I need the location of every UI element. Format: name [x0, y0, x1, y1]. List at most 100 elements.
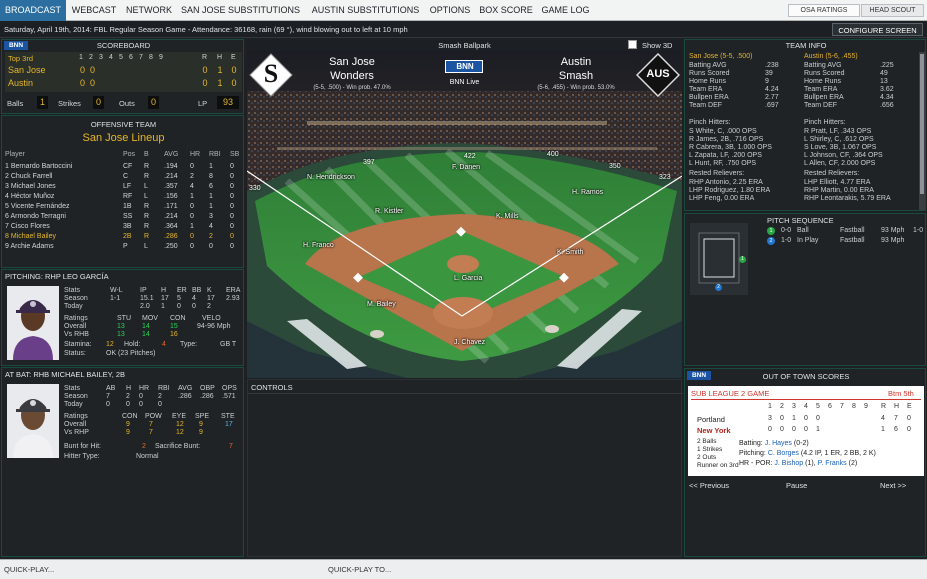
oot-count: 2 Balls 1 Strikes 2 Outs Runner on 3rd: [697, 438, 739, 470]
oot-pitching: Pitching: C. Borges (4.2 IP, 1 ER, 2 BB,…: [739, 450, 876, 457]
inning-label: Top 3rd: [8, 54, 34, 63]
quick-play-button[interactable]: QUICK-PLAY...: [4, 565, 54, 574]
lineup-row[interactable]: 4 Héctor Muñoz RF L .156 1 1 0: [2, 192, 243, 202]
oot-batting-label: Batting:: [739, 440, 763, 447]
rhe-value: 0: [202, 65, 208, 75]
oot-pause-button[interactable]: Pause: [786, 481, 807, 490]
season-value: 2: [158, 393, 162, 400]
reliever: LHP Elliott, 4.77 ERA: [804, 179, 871, 186]
pitch-after: 1-0: [913, 227, 924, 234]
lineup-cell: CF: [123, 163, 133, 170]
oot-hr-count: (1),: [805, 460, 816, 467]
rating-head: STU: [117, 315, 131, 322]
lineup-cell: 2B: [123, 233, 132, 240]
quick-play-to-button[interactable]: QUICK-PLAY TO...: [328, 565, 391, 574]
show-3d-checkbox[interactable]: [628, 40, 637, 49]
oot-outs: 2 Outs: [697, 454, 717, 461]
oot-inning: Btm 5th: [888, 389, 914, 398]
head-scout-button[interactable]: HEAD SCOUT: [861, 4, 924, 17]
status-label: Status:: [64, 350, 86, 357]
oot-batter-line: (0-2): [793, 440, 809, 447]
lineup-cell: 6: [209, 183, 213, 190]
team-info-scrollbar[interactable]: [919, 52, 925, 210]
tab-austin-substitutions[interactable]: AUSTIN SUBSTITUTIONS: [306, 0, 425, 21]
today-value: 2.0: [140, 303, 150, 310]
count-row: Balls 1 Strikes 0 Outs 0 LP 93: [5, 96, 242, 110]
home-team-name-line1: San Jose: [329, 56, 375, 68]
tab-san-jose-substitutions[interactable]: SAN JOSE SUBSTITUTIONS: [177, 0, 304, 21]
ballpark-view: S AUS San Jose Wonders (5-5, .500) - Win…: [247, 51, 682, 378]
oot-hr-link[interactable]: J. Bishop: [774, 460, 803, 467]
tab-network[interactable]: NETWORK: [122, 0, 176, 21]
oot-next-button[interactable]: Next >>: [880, 481, 906, 490]
tab-game-log[interactable]: GAME LOG: [537, 0, 594, 21]
inning-number: 3: [99, 54, 103, 61]
scrollbar-thumb[interactable]: [920, 54, 924, 194]
wall-distance: 323: [659, 174, 671, 181]
pinch-hitter: L Allen, CF, 2.000 OPS: [804, 160, 876, 167]
reliever: LHP Feng, 0.00 ERA: [689, 195, 755, 202]
oot-batter-link[interactable]: J. Hayes: [765, 440, 792, 447]
lineup-cell: C: [123, 173, 129, 180]
lineup-row[interactable]: 1 Bernardo Bartoccini CF R .194 0 1 0: [2, 162, 243, 172]
oot-previous-button[interactable]: << Previous: [689, 481, 729, 490]
rating-head: VELO: [202, 315, 221, 322]
oot-inning-score: 1: [816, 426, 820, 433]
today-value: 0: [106, 401, 110, 408]
oot-hr-link[interactable]: P. Franks: [818, 460, 847, 467]
lineup-row[interactable]: 7 Cisco Flores 3B R .364 1 4 0: [2, 222, 243, 232]
type-label: Type:: [180, 341, 198, 348]
tab-broadcast[interactable]: BROADCAST: [0, 0, 66, 21]
season-value: .286: [178, 393, 192, 400]
pinch-hitter: L Hunt, RF, .750 OPS: [689, 160, 757, 167]
stat-value: .656: [880, 102, 894, 109]
stat-head: AVG: [178, 385, 193, 392]
oot-pitcher-link[interactable]: C. Borges: [768, 450, 799, 457]
lineup-row[interactable]: 5 Vicente Fernández 1B R .171 0 1 0: [2, 202, 243, 212]
lineup-row[interactable]: 3 Michael Jones LF L .357 4 6 0: [2, 182, 243, 192]
lineup-cell: R: [144, 173, 150, 180]
inning-score: 0: [79, 78, 85, 88]
lineup-cell: R: [144, 203, 150, 210]
team-name: Austin: [8, 78, 34, 88]
fielder-label: L. Garcia: [454, 275, 483, 282]
stat-head: HR: [139, 385, 150, 392]
lineup-row[interactable]: 2 Chuck Farrell C R .214 2 8 0: [2, 172, 243, 182]
fielder-label: N. Hendrickson: [307, 174, 355, 181]
configure-screen-button[interactable]: CONFIGURE SCREEN: [832, 23, 923, 36]
season-value: 1-1: [110, 295, 121, 302]
pitching-panel: PITCHING: RHP LEO GARCÍA Stats W-L IP H ER BB…: [1, 269, 244, 366]
stat-value: 9: [765, 78, 769, 85]
away-team-head: Austin (5-6, .455): [804, 53, 858, 60]
oot-inning-score: 0: [804, 426, 808, 433]
tab-webcast[interactable]: WEBCAST: [66, 0, 122, 21]
oot-inning-score: 0: [768, 426, 772, 433]
lineup-row[interactable]: 8 Michael Bailey 2B R .286 0 2 0: [2, 232, 243, 242]
controls-title: CONTROLS: [251, 383, 293, 392]
lineup-row[interactable]: 6 Armondo Terragni SS R .214 0 3 0: [2, 212, 243, 222]
tab-box-score[interactable]: BOX SCORE: [476, 0, 536, 21]
wall-distance: 422: [464, 153, 476, 160]
lineup-cell: R: [144, 163, 150, 170]
lineup-col-header: B: [144, 151, 149, 158]
osa-ratings-button[interactable]: OSA RATINGS: [788, 4, 860, 17]
away-team-record: (5-6, .455) - Win prob. 53.0%: [537, 85, 615, 91]
lineup-cell: 1B: [123, 203, 132, 210]
stat-head: ERA: [226, 287, 241, 294]
rating-value: 14: [142, 323, 150, 330]
home-team-head: San Jose (5-5, .500): [689, 53, 753, 60]
home-logo-letter: S: [263, 59, 279, 88]
reliever: RHP Martin, 0.00 ERA: [804, 187, 874, 194]
strikes-label: Strikes: [58, 99, 81, 108]
season-value: 15.1: [140, 295, 154, 302]
lineup-row[interactable]: 9 Archie Adams P L .250 0 0 0: [2, 242, 243, 252]
lp-label: LP: [198, 99, 208, 108]
tab-options[interactable]: OPTIONS: [426, 0, 474, 21]
oot-inning-score: 0: [804, 415, 808, 422]
lineup-cell: 1 Bernardo Bartoccini: [5, 163, 73, 170]
oot-pitcher-line: (4.2 IP, 1 ER, 2 BB, 2 K): [800, 450, 876, 457]
stat-label: Runs Scored: [689, 70, 730, 77]
scoreboard-panel: BNN SCOREBOARD Top 3rd 123456789RHE San …: [1, 39, 244, 114]
pitch-result: In Play: [797, 237, 819, 244]
stat-head: H: [161, 287, 167, 294]
